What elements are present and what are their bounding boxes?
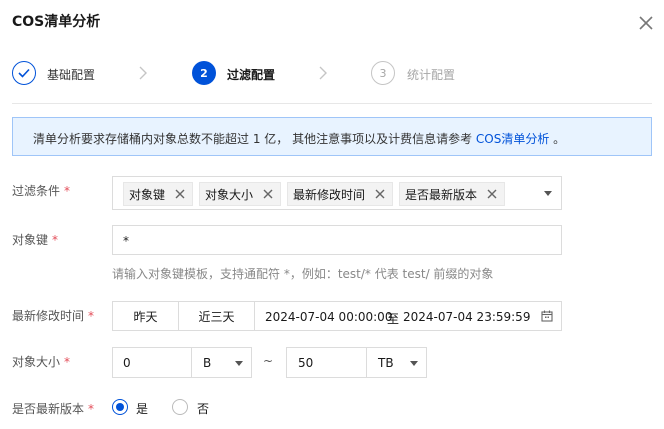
chevron-right-icon <box>319 66 327 80</box>
size-range-separator: ~ <box>263 354 274 368</box>
remove-tag-icon[interactable] <box>174 188 186 200</box>
chevron-right-icon <box>139 66 147 80</box>
object-key-input[interactable]: * <box>112 225 562 255</box>
calendar-icon[interactable] <box>541 310 553 322</box>
info-notice: 清单分析要求存储桶内对象总数不能超过 1 亿， 其他注意事项以及计费信息请参考 … <box>12 117 652 156</box>
filter-conditions-label-text: 过滤条件 <box>12 184 61 198</box>
required-mark: * <box>64 184 71 198</box>
filter-conditions-label: 过滤条件 * <box>12 182 70 199</box>
remove-tag-icon[interactable] <box>374 188 386 200</box>
dialog-title: COS清单分析 <box>12 14 101 30</box>
object-key-value: * <box>123 234 129 248</box>
object-key-label: 对象键 * <box>12 231 58 248</box>
max-size-input[interactable]: 50 <box>286 347 367 378</box>
tag-label: 对象键 <box>129 187 166 202</box>
step-2-label: 过滤配置 <box>227 68 276 82</box>
divider <box>12 103 652 104</box>
chevron-down-icon[interactable] <box>544 191 552 196</box>
notice-text: 清单分析要求存储桶内对象总数不能超过 1 亿， 其他注意事项以及计费信息请参考 <box>33 132 476 146</box>
chevron-down-icon <box>235 361 243 366</box>
date-range-separator: 至 <box>387 312 400 326</box>
notice-suffix: 。 <box>549 132 566 146</box>
max-size-value: 50 <box>298 356 314 370</box>
tag-object-key: 对象键 <box>123 182 193 206</box>
latest-version-no-radio[interactable] <box>172 399 188 415</box>
min-size-input[interactable]: 0 <box>112 347 192 378</box>
min-size-unit-select[interactable]: B <box>191 347 252 378</box>
step-2-number: 2 <box>192 61 216 85</box>
required-mark: * <box>88 309 95 323</box>
max-size-unit-select[interactable]: TB <box>366 347 427 378</box>
latest-version-yes-radio[interactable] <box>112 399 128 415</box>
latest-version-label-text: 是否最新版本 <box>12 402 85 416</box>
last-modified-label: 最新修改时间 * <box>12 307 94 324</box>
latest-version-label: 是否最新版本 * <box>12 400 94 417</box>
object-key-hint: 请输入对象键模板，支持通配符 *，例如：test/* 代表 test/ 前缀的对… <box>112 267 494 281</box>
yesterday-button[interactable]: 昨天 <box>112 301 179 331</box>
close-icon[interactable] <box>636 13 656 33</box>
max-size-unit: TB <box>378 356 394 370</box>
tag-label: 最新修改时间 <box>293 187 366 202</box>
tag-last-modified: 最新修改时间 <box>287 182 393 206</box>
step-1-check-icon <box>12 61 36 85</box>
cos-inventory-link[interactable]: COS清单分析 <box>476 132 549 146</box>
required-mark: * <box>64 355 71 369</box>
tag-object-size: 对象大小 <box>199 182 281 206</box>
required-mark: * <box>52 233 59 247</box>
min-size-unit: B <box>203 356 212 370</box>
filter-conditions-select[interactable]: 对象键 对象大小 最新修改时间 是否最新版本 <box>112 176 562 210</box>
latest-version-yes-label[interactable]: 是 <box>136 400 148 417</box>
step-3-number: 3 <box>371 61 395 85</box>
date-range-start: 2024-07-04 00:00:00 <box>265 310 393 324</box>
object-key-label-text: 对象键 <box>12 233 49 247</box>
remove-tag-icon[interactable] <box>262 188 274 200</box>
last-modified-label-text: 最新修改时间 <box>12 309 85 323</box>
required-mark: * <box>88 402 95 416</box>
last-three-days-button[interactable]: 近三天 <box>178 301 255 331</box>
min-size-value: 0 <box>123 356 131 370</box>
remove-tag-icon[interactable] <box>486 188 498 200</box>
tag-latest-version: 是否最新版本 <box>399 182 505 206</box>
tag-label: 是否最新版本 <box>405 187 478 202</box>
object-size-label: 对象大小 * <box>12 353 70 370</box>
date-range-end: 2024-07-04 23:59:59 <box>403 310 531 324</box>
step-1-label: 基础配置 <box>47 68 96 82</box>
date-range-picker[interactable]: 2024-07-04 00:00:00 至 2024-07-04 23:59:5… <box>254 301 562 331</box>
tag-label: 对象大小 <box>205 187 254 202</box>
cos-inventory-dialog: COS清单分析 基础配置 2 过滤配置 3 统计配置 清单分析要求存储桶内对象总… <box>0 0 664 429</box>
latest-version-no-label[interactable]: 否 <box>197 400 209 417</box>
chevron-down-icon <box>410 361 418 366</box>
object-size-label-text: 对象大小 <box>12 355 61 369</box>
step-3-label: 统计配置 <box>407 68 456 82</box>
